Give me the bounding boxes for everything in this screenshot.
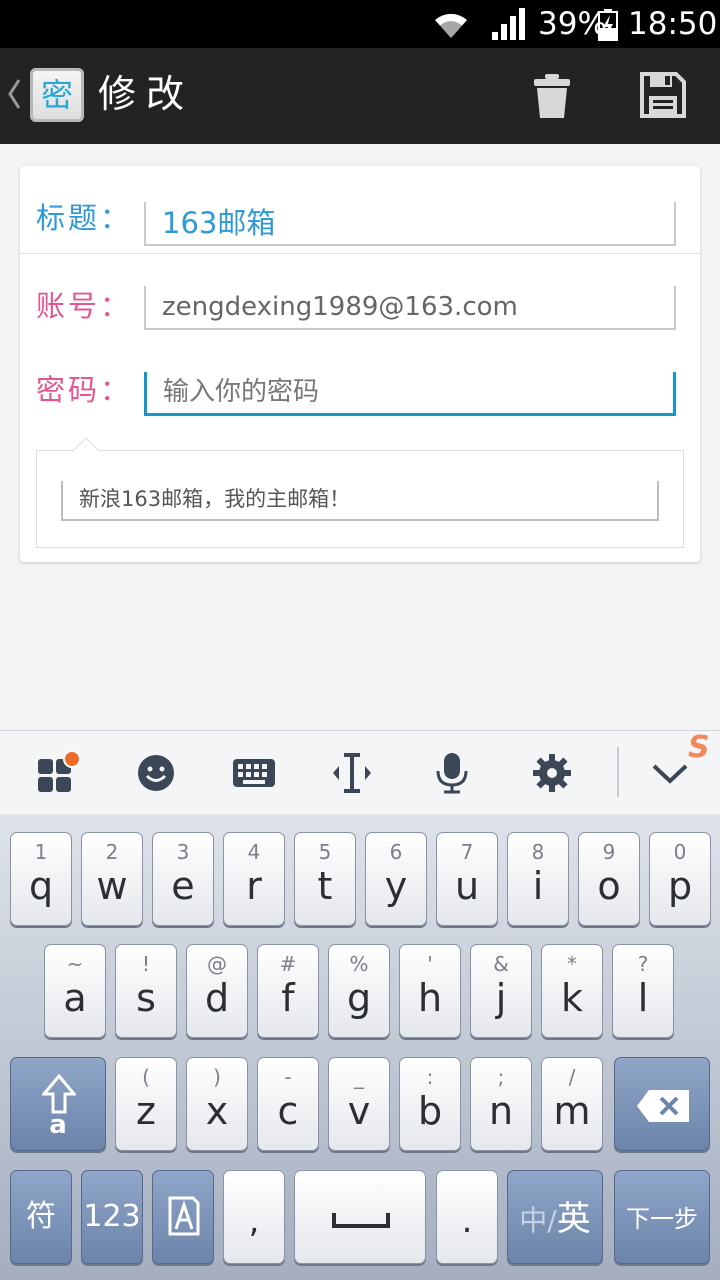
- clock: 18:50: [628, 6, 718, 42]
- key-r[interactable]: 4r: [223, 832, 285, 926]
- password-label: 密码：: [36, 373, 133, 407]
- delete-trash-icon[interactable]: [532, 72, 572, 120]
- title-label: 标题：: [36, 201, 133, 235]
- key-k[interactable]: * k: [541, 944, 603, 1038]
- page-title: 修改: [98, 72, 195, 116]
- signal-icon: [492, 8, 525, 40]
- note-field[interactable]: 新浪163邮箱，我的主邮箱！: [61, 481, 659, 521]
- backspace-icon: [637, 1090, 689, 1122]
- keyboard-toolbar: S: [0, 730, 720, 814]
- lang-inactive: 中/: [519, 1204, 557, 1237]
- key-v[interactable]: _ v: [328, 1057, 390, 1151]
- key-w[interactable]: 2w: [81, 832, 143, 926]
- battery-percent: 39%: [538, 6, 607, 42]
- shift-sub-label: a: [49, 1110, 67, 1140]
- key-f[interactable]: # f: [257, 944, 319, 1038]
- symbol-key[interactable]: 符: [10, 1170, 72, 1264]
- key-p[interactable]: 0p: [649, 832, 711, 926]
- back-chevron-icon[interactable]: [6, 78, 22, 110]
- key-m[interactable]: / m: [541, 1057, 603, 1151]
- keyboard: 1q 2w 3e 4r 5t 6y 7u 8i 9o 0p ~ a ! s @ d #…: [0, 814, 720, 1280]
- collapse-chevron-icon[interactable]: [648, 751, 692, 795]
- shift-key[interactable]: a: [10, 1057, 106, 1151]
- apps-icon[interactable]: [36, 751, 80, 795]
- key-o[interactable]: 9o: [578, 832, 640, 926]
- key-y[interactable]: 6y: [365, 832, 427, 926]
- number-key[interactable]: 123: [81, 1170, 143, 1264]
- key-x[interactable]: ) x: [186, 1057, 248, 1151]
- backspace-key[interactable]: [614, 1057, 710, 1151]
- battery-charging-icon: [598, 9, 618, 41]
- key-g[interactable]: % g: [328, 944, 390, 1038]
- sogou-logo: S: [688, 730, 710, 765]
- title-row: 标题： 163邮箱: [20, 166, 700, 254]
- password-placeholder: 输入你的密码: [163, 377, 320, 407]
- period-key[interactable]: .: [436, 1170, 498, 1264]
- edit-card: 标题： 163邮箱 账号： zengdexing1989@163.com 密码：…: [20, 166, 700, 562]
- account-value: zengdexing1989@163.com: [162, 292, 518, 322]
- key-a[interactable]: ~ a: [44, 944, 106, 1038]
- note-box: 新浪163邮箱，我的主邮箱！: [36, 437, 684, 548]
- key-l[interactable]: ? l: [612, 944, 674, 1038]
- key-e[interactable]: 3e: [152, 832, 214, 926]
- app-icon-char: 密: [40, 76, 73, 114]
- cursor-icon[interactable]: [330, 751, 374, 795]
- key-u[interactable]: 7u: [436, 832, 498, 926]
- key-q[interactable]: 1q: [10, 832, 72, 926]
- key-n[interactable]: ; n: [470, 1057, 532, 1151]
- key-b[interactable]: :b: [399, 1057, 461, 1151]
- key-i[interactable]: 8i: [507, 832, 569, 926]
- handwriting-a-icon: [168, 1196, 200, 1236]
- key-d[interactable]: @ d: [186, 944, 248, 1038]
- key-z[interactable]: (z: [115, 1057, 177, 1151]
- keyboard-icon[interactable]: [232, 751, 276, 795]
- password-field[interactable]: 输入你的密码: [144, 372, 676, 416]
- status-bar: 39% 18:50: [0, 0, 720, 48]
- key-s[interactable]: ! s: [115, 944, 177, 1038]
- title-value: 163邮箱: [162, 206, 276, 240]
- note-pointer: [73, 437, 99, 463]
- lang-active: 英: [556, 1199, 591, 1239]
- key-j[interactable]: & j: [470, 944, 532, 1038]
- note-value: 新浪163邮箱，我的主邮箱！: [79, 487, 351, 511]
- key-h[interactable]: ' h: [399, 944, 461, 1038]
- space-key[interactable]: [294, 1170, 426, 1264]
- toolbar-divider: [617, 747, 619, 797]
- space-bar-icon: [332, 1213, 390, 1228]
- microphone-icon[interactable]: [430, 751, 474, 795]
- action-bar: 密 修改: [0, 48, 720, 144]
- account-field[interactable]: zengdexing1989@163.com: [144, 286, 676, 330]
- title-field[interactable]: 163邮箱: [144, 202, 676, 246]
- comma-key[interactable]: ,: [223, 1170, 285, 1264]
- shift-arrow-icon: [42, 1074, 76, 1114]
- key-t[interactable]: 5t: [294, 832, 356, 926]
- next-step-key[interactable]: 下一步: [614, 1170, 710, 1264]
- wifi-icon: [435, 13, 467, 38]
- emoji-icon[interactable]: [134, 751, 178, 795]
- key-c[interactable]: -c: [257, 1057, 319, 1151]
- save-floppy-icon[interactable]: [640, 72, 686, 118]
- account-label: 账号：: [36, 289, 133, 323]
- handwriting-key[interactable]: [152, 1170, 214, 1264]
- language-switch-key[interactable]: 中/英: [507, 1170, 603, 1264]
- settings-gear-icon[interactable]: [530, 751, 574, 795]
- app-icon[interactable]: 密: [30, 68, 84, 122]
